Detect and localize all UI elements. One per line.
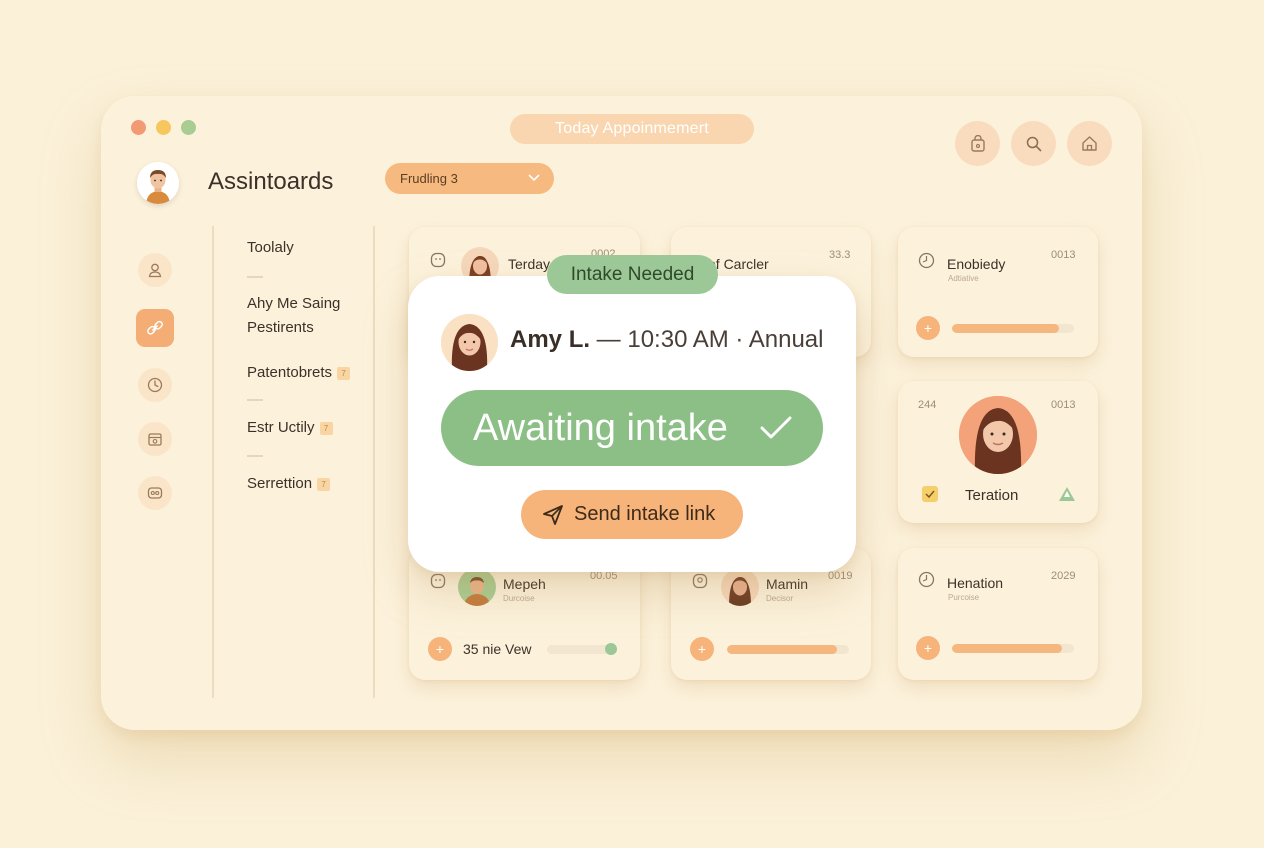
- appointment-card[interactable]: Enobiedy Adtiative 0013 +: [898, 227, 1098, 357]
- sidebar-item-calendar[interactable]: [138, 422, 172, 456]
- appointment-details: — 10:30 AM · Annual: [590, 326, 824, 353]
- progress-fill: [727, 645, 837, 654]
- nav-separator: [247, 455, 263, 457]
- home-button[interactable]: [1067, 121, 1112, 166]
- patient-name: Amy L.: [510, 326, 591, 353]
- status-label: Awaiting intake: [473, 407, 728, 449]
- send-intake-link-button[interactable]: Send intake link: [521, 490, 743, 539]
- sidebar-item-history[interactable]: [138, 368, 172, 402]
- bag-button[interactable]: [955, 121, 1000, 166]
- patient-name: Mamin: [766, 576, 809, 592]
- nav-separator: [247, 276, 263, 278]
- patient-avatar: [441, 314, 498, 371]
- progress-bar: [952, 324, 1074, 333]
- patient-subtitle: Adtiative: [948, 274, 979, 283]
- minimize-window-button[interactable]: [156, 120, 171, 135]
- user-avatar[interactable]: [137, 162, 179, 204]
- select-checkbox[interactable]: [922, 486, 938, 502]
- intake-modal: Amy L. — 10:30 AM · Annual Awaiting inta…: [408, 276, 856, 572]
- add-button[interactable]: +: [690, 637, 714, 661]
- nav-item-appointments[interactable]: Ahy Me Saing: [247, 292, 340, 316]
- face-icon: [430, 573, 446, 589]
- face-icon: [692, 573, 708, 589]
- add-button[interactable]: +: [916, 316, 940, 340]
- patient-photo: [959, 396, 1037, 474]
- patient-name: Teration: [965, 487, 1019, 504]
- chat-icon: [147, 487, 163, 499]
- check-icon: [925, 490, 935, 499]
- progress-fill: [952, 644, 1062, 653]
- app-title: Assintoards: [208, 168, 334, 195]
- dropdown-value: Frudling 3: [400, 171, 458, 186]
- intake-needed-tag: Intake Needed: [547, 255, 718, 294]
- nav-item-patentobrets[interactable]: Patentobrets 7: [247, 361, 351, 385]
- send-icon: [543, 505, 563, 525]
- card-number: 0013: [1051, 399, 1076, 411]
- nav-badge: 7: [317, 477, 331, 491]
- recycle-icon: [1059, 487, 1075, 501]
- clock-icon: [918, 571, 935, 588]
- check-icon: [760, 416, 792, 439]
- nav-item-today[interactable]: Toolaly: [247, 236, 294, 260]
- calendar-icon: [148, 433, 162, 446]
- search-button[interactable]: [1011, 121, 1056, 166]
- progress-fill: [547, 645, 614, 654]
- add-button[interactable]: +: [428, 637, 452, 661]
- clock-icon: [147, 377, 163, 393]
- progress-bar: [727, 645, 849, 654]
- nav-badge: 7: [319, 421, 333, 435]
- progress-bar: [952, 644, 1074, 653]
- status-badge: Awaiting intake: [441, 390, 823, 466]
- clipboard-icon: [918, 252, 935, 269]
- patient-subtitle: Purcoise: [948, 593, 980, 602]
- face-icon: [430, 252, 446, 268]
- status-dot: [605, 643, 617, 655]
- footer-label: 35 nie Vew: [463, 641, 532, 657]
- patient-name: Enobiedy: [947, 256, 1006, 272]
- window-title: Today Appoinmemert: [510, 114, 754, 144]
- sidebar-item-links[interactable]: [136, 309, 174, 347]
- appointment-card[interactable]: Henation Purcoise 2029 +: [898, 548, 1098, 680]
- nav-badge: 7: [337, 366, 351, 380]
- person-icon: [148, 263, 162, 278]
- send-intake-link-label: Send intake link: [574, 503, 716, 525]
- card-number: 0019: [828, 570, 853, 582]
- sidebar-item-messages[interactable]: [138, 476, 172, 510]
- add-button[interactable]: +: [916, 636, 940, 660]
- appointment-card[interactable]: 244 0013 Teration: [898, 381, 1098, 523]
- close-window-button[interactable]: [131, 120, 146, 135]
- nav-divider: [373, 226, 375, 698]
- appointment-summary: Amy L. — 10:30 AM · Annual: [510, 326, 824, 354]
- progress-fill: [952, 324, 1060, 333]
- sidebar-item-profile[interactable]: [138, 253, 172, 287]
- nav-item-utility[interactable]: Estr Uctily 7: [247, 416, 333, 440]
- chevron-down-icon: [528, 174, 540, 181]
- link-icon: [147, 320, 163, 335]
- sidebar-divider: [212, 226, 214, 698]
- card-number: 33.3: [829, 249, 851, 261]
- patient-name: Henation: [947, 575, 1004, 591]
- patient-name: Terday: [508, 256, 551, 272]
- patient-avatar: [721, 568, 759, 606]
- patient-name: Mepeh: [503, 576, 546, 592]
- nav-item-serrettion[interactable]: Serrettion 7: [247, 472, 331, 496]
- maximize-window-button[interactable]: [181, 120, 196, 135]
- card-number: 0013: [1051, 249, 1076, 261]
- nav-item-patients[interactable]: Pestirents: [247, 316, 314, 340]
- search-icon: [1026, 136, 1041, 151]
- patient-avatar: [458, 568, 496, 606]
- card-number-left: 244: [918, 399, 937, 411]
- bag-icon: [970, 134, 985, 152]
- patient-subtitle: Decisor: [766, 594, 794, 603]
- card-number: 2029: [1051, 570, 1076, 582]
- filter-dropdown[interactable]: Frudling 3: [385, 163, 554, 194]
- nav-separator: [247, 399, 263, 401]
- home-icon: [1082, 136, 1097, 151]
- patient-subtitle: Durcoise: [503, 594, 535, 603]
